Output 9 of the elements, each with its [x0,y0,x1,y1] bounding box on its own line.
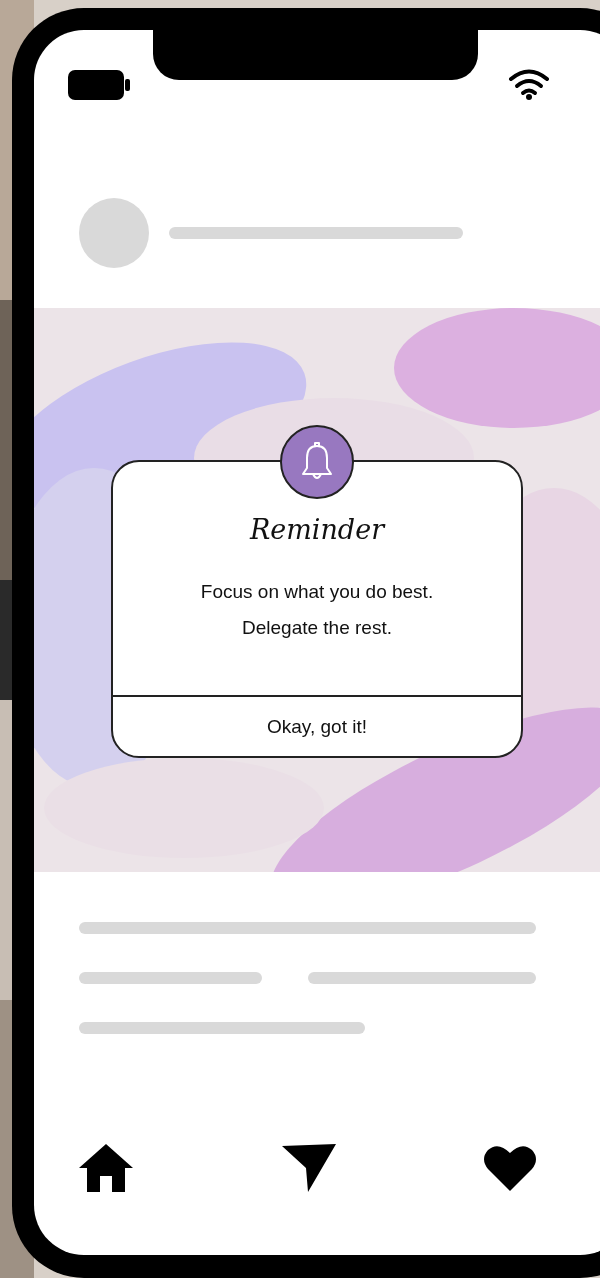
confirm-button[interactable]: Okay, got it! [113,697,521,756]
battery-icon [68,70,130,100]
dialog-message: Delegate the rest. [242,617,392,639]
home-icon[interactable] [79,1144,133,1192]
dialog-title: Reminder [249,514,385,545]
send-icon[interactable] [281,1144,336,1192]
wifi-icon [508,68,550,100]
dialog-message: Focus on what you do best. [200,581,434,603]
heart-icon[interactable] [484,1145,536,1191]
